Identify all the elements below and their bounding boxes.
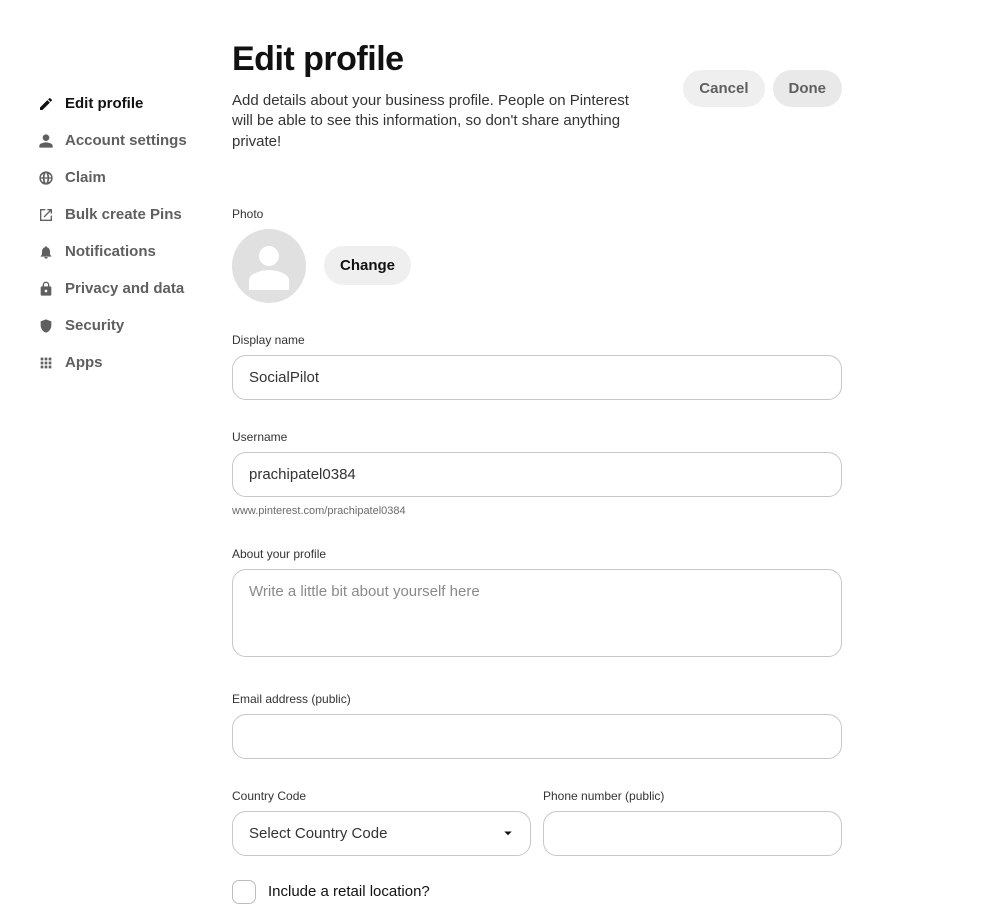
email-input[interactable] [232, 714, 842, 759]
sidebar-item-claim[interactable]: Claim [38, 159, 232, 196]
bell-icon [38, 244, 54, 260]
sidebar-item-label: Bulk create Pins [65, 206, 182, 223]
pencil-icon [38, 96, 54, 112]
settings-sidebar: Edit profile Account settings Claim Bulk… [0, 30, 232, 904]
phone-label: Phone number (public) [543, 789, 842, 803]
sidebar-item-label: Edit profile [65, 95, 143, 112]
apps-icon [38, 355, 54, 371]
photo-label: Photo [232, 207, 842, 221]
cancel-button[interactable]: Cancel [683, 70, 764, 107]
username-helper: www.pinterest.com/prachipatel0384 [232, 505, 842, 517]
sidebar-item-security[interactable]: Security [38, 307, 232, 344]
display-name-label: Display name [232, 333, 842, 347]
sidebar-item-bulk-create[interactable]: Bulk create Pins [38, 196, 232, 233]
change-photo-button[interactable]: Change [324, 246, 411, 285]
about-textarea[interactable] [232, 569, 842, 657]
sidebar-item-label: Apps [65, 354, 103, 371]
retail-label: Include a retail location? [268, 883, 430, 900]
username-input[interactable] [232, 452, 842, 497]
display-name-input[interactable] [232, 355, 842, 400]
retail-checkbox[interactable] [232, 880, 256, 904]
sidebar-item-label: Claim [65, 169, 106, 186]
person-icon [38, 133, 54, 149]
email-label: Email address (public) [232, 692, 842, 706]
phone-input[interactable] [543, 811, 842, 856]
country-code-select[interactable] [232, 811, 531, 856]
username-label: Username [232, 430, 842, 444]
sidebar-item-apps[interactable]: Apps [38, 344, 232, 381]
sidebar-item-privacy[interactable]: Privacy and data [38, 270, 232, 307]
page-title: Edit profile [232, 40, 632, 79]
sidebar-item-account-settings[interactable]: Account settings [38, 122, 232, 159]
lock-icon [38, 281, 54, 297]
sidebar-item-label: Privacy and data [65, 280, 184, 297]
avatar [232, 229, 306, 303]
about-label: About your profile [232, 547, 842, 561]
country-code-label: Country Code [232, 789, 531, 803]
import-icon [38, 207, 54, 223]
sidebar-item-notifications[interactable]: Notifications [38, 233, 232, 270]
sidebar-item-label: Account settings [65, 132, 187, 149]
page-subtitle: Add details about your business profile.… [232, 91, 632, 152]
sidebar-item-label: Security [65, 317, 124, 334]
done-button[interactable]: Done [773, 70, 843, 107]
sidebar-item-edit-profile[interactable]: Edit profile [38, 85, 232, 122]
sidebar-item-label: Notifications [65, 243, 156, 260]
shield-icon [38, 318, 54, 334]
main-content: Edit profile Add details about your busi… [232, 30, 872, 904]
globe-icon [38, 170, 54, 186]
